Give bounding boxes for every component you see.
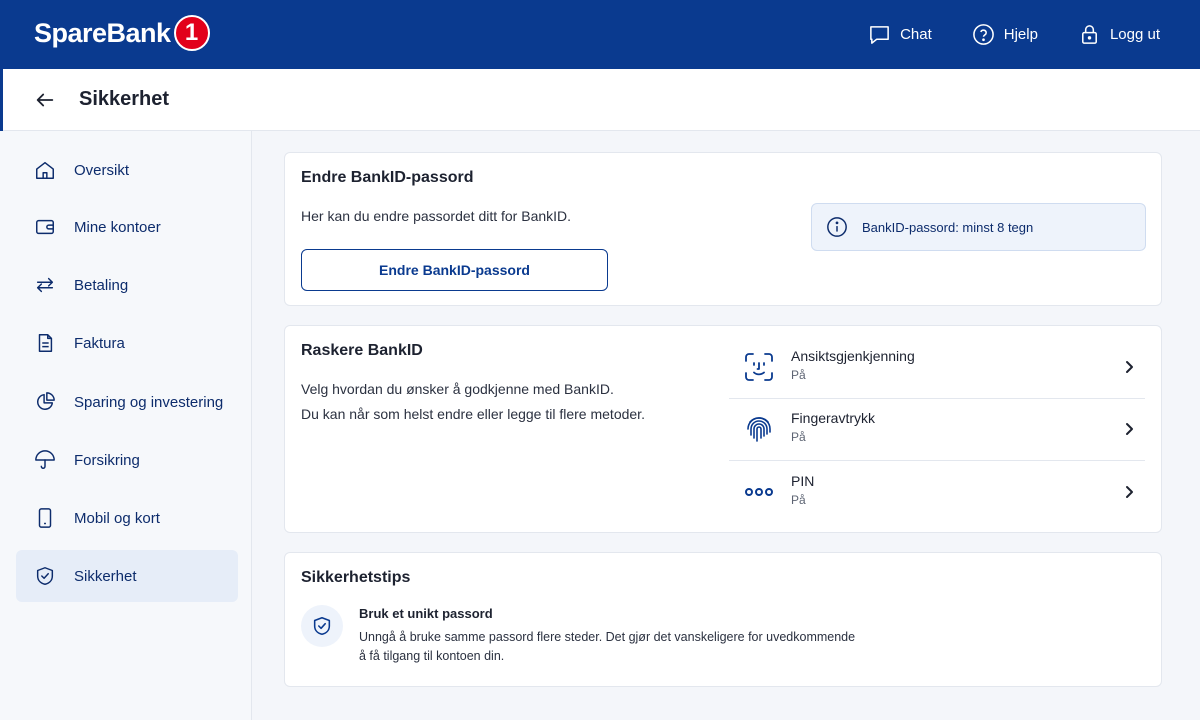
header-accent — [0, 69, 3, 131]
sidebar-item-sikkerhet[interactable]: Sikkerhet — [16, 550, 238, 602]
card-title: Endre BankID-passord — [301, 169, 474, 186]
method-name: Ansiktsgjenkjenning — [791, 348, 915, 364]
logo-wordmark: SpareBank — [34, 17, 171, 48]
help-icon — [972, 24, 994, 45]
sidebar: Oversikt Mine kontoer Betaling Faktura S… — [0, 131, 252, 720]
card-description-line1: Velg hvordan du ønsker å godkjenne med B… — [301, 381, 614, 397]
wallet-icon — [33, 215, 57, 239]
chevron-right-icon — [1126, 361, 1133, 373]
chat-button[interactable]: Chat — [868, 23, 932, 46]
sidebar-item-mobil-og-kort[interactable]: Mobil og kort — [16, 492, 238, 544]
face-id-icon — [745, 353, 773, 381]
sparebank-logo[interactable]: SpareBank 1 — [34, 15, 210, 51]
pie-chart-icon — [33, 390, 57, 414]
page-title: Sikkerhet — [79, 88, 170, 110]
method-status: På — [791, 368, 806, 382]
security-tips-card: Sikkerhetstips Bruk et unikt passord Unn… — [284, 552, 1162, 687]
page-header: Sikkerhet — [0, 69, 1200, 131]
chevron-right-icon — [1126, 486, 1133, 498]
fingerprint-icon — [747, 417, 771, 442]
sidebar-item-oversikt[interactable]: Oversikt — [16, 144, 238, 196]
chat-label: Chat — [900, 26, 932, 43]
sidebar-item-label: Sikkerhet — [74, 567, 137, 585]
sidebar-item-forsikring[interactable]: Forsikring — [16, 434, 238, 486]
method-pin[interactable]: PIN På — [729, 462, 1145, 524]
chat-icon — [870, 26, 889, 44]
sidebar-item-faktura[interactable]: Faktura — [16, 317, 238, 369]
help-button[interactable]: Hjelp — [972, 23, 1038, 46]
sidebar-item-label: Mine kontoer — [74, 218, 161, 236]
logout-label: Logg ut — [1109, 26, 1160, 43]
info-text: BankID-passord: minst 8 tegn — [862, 219, 1034, 235]
method-status: På — [791, 430, 806, 444]
lock-icon — [1081, 25, 1097, 44]
sidebar-item-label: Betaling — [74, 276, 129, 294]
password-info-box: BankID-passord: minst 8 tegn — [811, 203, 1146, 251]
card-description: Her kan du endre passordet ditt for Bank… — [301, 208, 572, 224]
method-name: Fingeravtrykk — [791, 410, 876, 426]
chevron-right-icon — [1126, 423, 1133, 435]
faster-bankid-card: Raskere BankID Velg hvordan du ønsker å … — [284, 325, 1162, 533]
top-bar: SpareBank 1 Chat Hjelp Logg ut — [0, 0, 1200, 69]
tip-text: Unngå å bruke samme passord flere steder… — [359, 628, 859, 666]
card-description-line2: Du kan når som helst endre eller legge t… — [301, 406, 645, 422]
sidebar-item-label: Oversikt — [74, 161, 130, 179]
sidebar-item-label: Mobil og kort — [74, 509, 160, 527]
sidebar-item-sparing[interactable]: Sparing og investering — [16, 376, 238, 428]
card-title: Raskere BankID — [301, 342, 423, 359]
tip-text-line2: å få tilgang til kontoen din. — [359, 649, 505, 663]
tip-icon-wrap — [301, 605, 343, 647]
shield-check-icon — [313, 616, 331, 636]
card-title: Sikkerhetstips — [301, 569, 411, 586]
arrow-left-icon[interactable] — [34, 89, 56, 111]
umbrella-icon — [33, 448, 57, 472]
top-actions: Chat Hjelp Logg ut — [828, 0, 1160, 69]
help-label: Hjelp — [1003, 26, 1038, 43]
method-face-id[interactable]: Ansiktsgjenkjenning På — [729, 337, 1145, 399]
sidebar-item-mine-kontoer[interactable]: Mine kontoer — [16, 201, 238, 253]
logout-button[interactable]: Logg ut — [1078, 23, 1160, 46]
transfer-icon — [33, 273, 57, 297]
sidebar-item-betaling[interactable]: Betaling — [16, 259, 238, 311]
method-status: På — [791, 493, 806, 507]
method-name: PIN — [791, 473, 815, 489]
sidebar-item-label: Sparing og investering — [74, 393, 224, 411]
pin-dots-icon — [745, 488, 773, 496]
tip-title: Bruk et unikt passord — [359, 606, 493, 621]
change-password-card: Endre BankID-passord Her kan du endre pa… — [284, 152, 1162, 306]
sidebar-item-label: Forsikring — [74, 451, 140, 469]
logo-badge: 1 — [173, 15, 210, 51]
home-icon — [33, 158, 57, 182]
info-icon — [827, 217, 847, 237]
document-icon — [33, 331, 57, 355]
sidebar-item-label: Faktura — [74, 334, 125, 352]
method-fingerprint[interactable]: Fingeravtrykk På — [729, 399, 1145, 461]
phone-icon — [33, 506, 57, 530]
shield-icon — [33, 564, 57, 588]
change-password-button[interactable]: Endre BankID-passord — [301, 249, 608, 291]
tip-text-line1: Unngå å bruke samme passord flere steder… — [359, 630, 856, 644]
